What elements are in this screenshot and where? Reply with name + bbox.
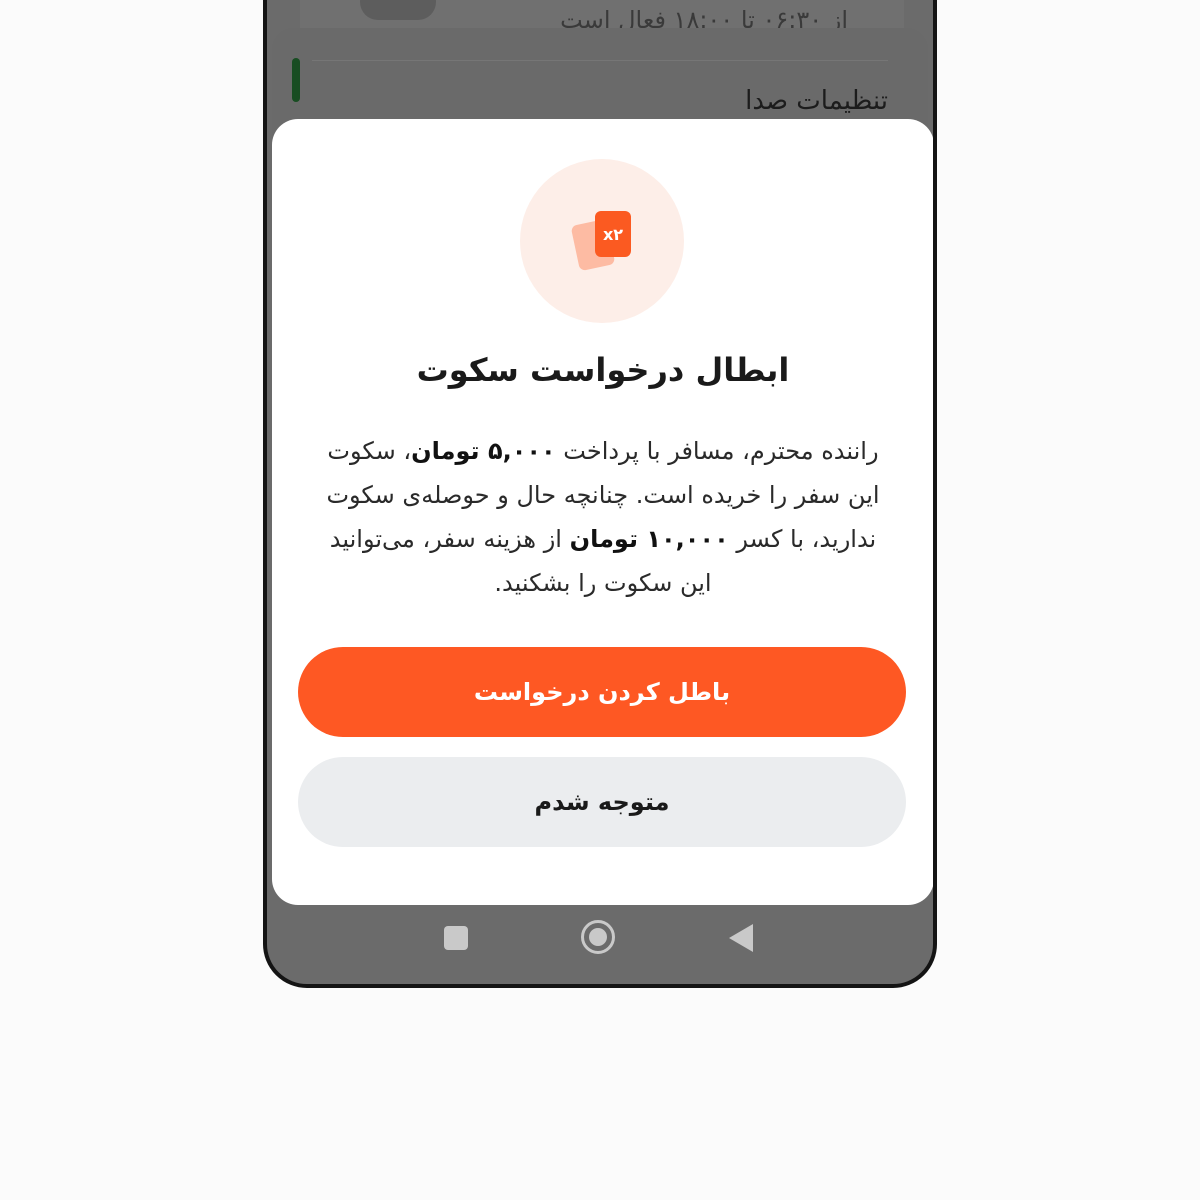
dialog-title: ابطال درخواست سکوت	[416, 351, 790, 389]
card-front-icon: x۲	[595, 211, 631, 257]
cancel-silence-dialog: x۲ ابطال درخواست سکوت راننده محترم، مساف…	[272, 119, 933, 905]
understood-button[interactable]: متوجه شدم	[298, 757, 906, 847]
back-icon[interactable]	[729, 924, 753, 952]
body-amount-1: ۵,۰۰۰ تومان	[411, 437, 556, 465]
home-icon-inner	[589, 928, 607, 946]
background-toggle	[360, 0, 436, 20]
cancel-request-button[interactable]: باطل کردن درخواست	[298, 647, 906, 737]
phone-frame: از ۰۶:۳۰ تا ۱۸:۰۰ فعال است تنظیمات صدا x…	[263, 0, 937, 988]
background-sound-settings-label: تنظیمات صدا	[745, 86, 888, 116]
dialog-body: راننده محترم، مسافر با پرداخت ۵,۰۰۰ توما…	[322, 429, 884, 605]
background-divider	[312, 60, 888, 61]
body-text-part-1: راننده محترم، مسافر با پرداخت	[555, 437, 879, 465]
background-status-indicator	[292, 58, 300, 102]
system-navigation-bar	[267, 910, 933, 970]
silence-icon: x۲	[520, 159, 684, 323]
home-icon[interactable]	[581, 920, 615, 954]
recents-icon[interactable]	[444, 926, 468, 950]
body-amount-2: ۱۰,۰۰۰ تومان	[569, 525, 729, 553]
